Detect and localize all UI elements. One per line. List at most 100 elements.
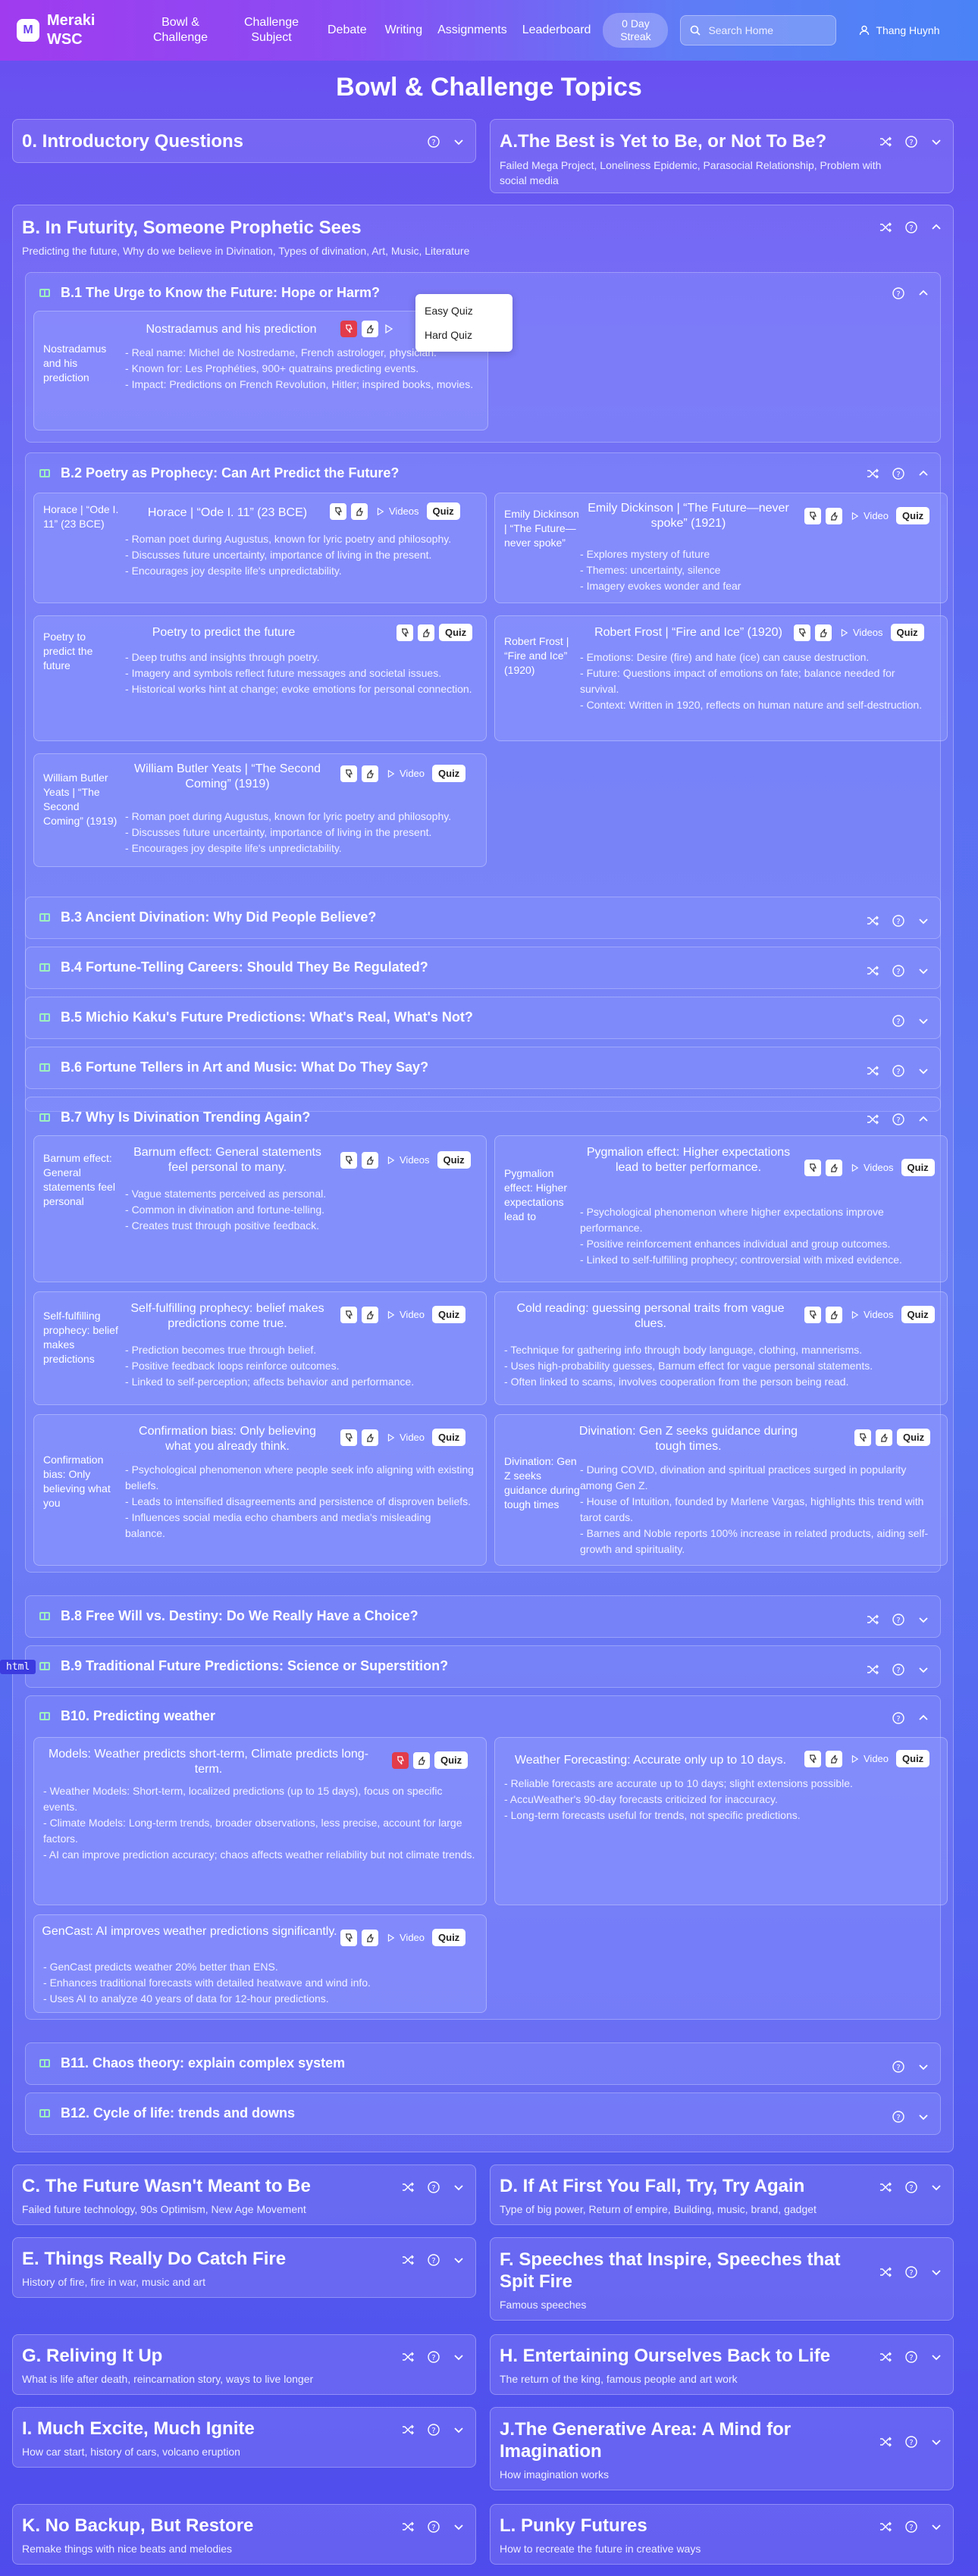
help-icon[interactable]: ? bbox=[427, 2180, 440, 2194]
help-icon[interactable]: ? bbox=[892, 1113, 905, 1126]
item-card[interactable]: Self-fulfilling prophecy: belief makes p… bbox=[33, 1291, 487, 1405]
like-button[interactable] bbox=[876, 1429, 892, 1446]
subsection-b3[interactable]: B.3 Ancient Divination: Why Did People B… bbox=[25, 897, 941, 939]
help-icon[interactable]: ? bbox=[904, 2180, 918, 2194]
item-card[interactable]: Pygmalion effect: Higher expectations le… bbox=[494, 1135, 948, 1282]
help-icon[interactable]: ? bbox=[892, 467, 905, 480]
shuffle-icon[interactable] bbox=[879, 135, 892, 149]
video-button[interactable]: Video bbox=[847, 1753, 892, 1764]
shuffle-icon[interactable] bbox=[879, 2435, 892, 2449]
like-button[interactable] bbox=[413, 1751, 430, 1769]
section-j[interactable]: J.The Generative Area: A Mind for Imagin… bbox=[490, 2407, 954, 2490]
subsection-b12[interactable]: B12. Cycle of life: trends and downs ? bbox=[25, 2092, 941, 2135]
dislike-button[interactable] bbox=[397, 624, 413, 641]
like-button[interactable] bbox=[362, 765, 378, 782]
dislike-button[interactable] bbox=[804, 1750, 821, 1767]
help-icon[interactable]: ? bbox=[892, 2060, 905, 2074]
quiz-button[interactable]: Quiz bbox=[901, 1306, 935, 1323]
help-icon[interactable]: ? bbox=[427, 2253, 440, 2267]
help-icon[interactable]: ? bbox=[427, 2423, 440, 2437]
like-button[interactable] bbox=[362, 1929, 378, 1946]
item-card[interactable]: GenCast: AI improves weather predictions… bbox=[33, 1914, 487, 2013]
nav-debate[interactable]: Debate bbox=[317, 23, 378, 38]
help-icon[interactable]: ? bbox=[892, 1064, 905, 1078]
section-l[interactable]: L. Punky Futures How to recreate the fut… bbox=[490, 2504, 954, 2565]
chevron-up-icon[interactable] bbox=[917, 287, 929, 299]
help-icon[interactable]: ? bbox=[892, 964, 905, 978]
dislike-button[interactable] bbox=[340, 1151, 357, 1169]
shuffle-icon[interactable] bbox=[401, 2180, 415, 2194]
nav-leaderboard[interactable]: Leaderboard bbox=[515, 23, 599, 38]
video-button[interactable]: Video bbox=[383, 1932, 428, 1943]
chevron-down-icon[interactable] bbox=[930, 2351, 942, 2363]
subsection-b9[interactable]: B.9 Traditional Future Predictions: Scie… bbox=[25, 1645, 941, 1688]
section-e[interactable]: E. Things Really Do Catch Fire History o… bbox=[12, 2237, 476, 2298]
quiz-button[interactable]: Quiz bbox=[432, 765, 466, 782]
help-icon[interactable]: ? bbox=[904, 135, 918, 149]
item-card[interactable]: Confirmation bias: Only believing what y… bbox=[33, 1414, 487, 1566]
chevron-down-icon[interactable] bbox=[917, 2061, 929, 2073]
like-button[interactable] bbox=[826, 507, 842, 524]
help-icon[interactable]: ? bbox=[427, 2520, 440, 2534]
help-icon[interactable]: ? bbox=[904, 2265, 918, 2279]
section-d[interactable]: D. If At First You Fall, Try, Try Again … bbox=[490, 2164, 954, 2225]
chevron-up-icon[interactable] bbox=[930, 221, 942, 233]
chevron-down-icon[interactable] bbox=[453, 2424, 465, 2436]
dislike-button[interactable] bbox=[854, 1429, 871, 1446]
help-icon[interactable]: ? bbox=[427, 135, 440, 149]
easy-quiz-option[interactable]: Easy Quiz bbox=[415, 299, 513, 323]
item-card[interactable]: William Butler Yeats | “The Second Comin… bbox=[33, 753, 487, 867]
brand-name[interactable]: Meraki WSC bbox=[47, 11, 108, 49]
help-icon[interactable]: ? bbox=[904, 2435, 918, 2449]
dislike-button[interactable] bbox=[330, 502, 346, 520]
search-input[interactable]: Search Home bbox=[680, 15, 837, 45]
section-i[interactable]: I. Much Excite, Much Ignite How car star… bbox=[12, 2407, 476, 2468]
help-icon[interactable]: ? bbox=[892, 1663, 905, 1676]
videos-button[interactable]: Videos bbox=[847, 1162, 897, 1173]
chevron-down-icon[interactable] bbox=[453, 136, 465, 148]
chevron-down-icon[interactable] bbox=[453, 2351, 465, 2363]
dislike-button[interactable] bbox=[804, 1159, 821, 1176]
section-c[interactable]: C. The Future Wasn't Meant to Be Failed … bbox=[12, 2164, 476, 2225]
like-button[interactable] bbox=[351, 502, 368, 520]
item-card[interactable]: Emily Dickinson | “The Future—never spok… bbox=[494, 493, 948, 603]
subsection-b6[interactable]: B.6 Fortune Tellers in Art and Music: Wh… bbox=[25, 1047, 941, 1089]
quiz-button[interactable]: Quiz bbox=[896, 507, 930, 524]
chevron-down-icon[interactable] bbox=[917, 1614, 929, 1626]
shuffle-icon[interactable] bbox=[866, 1663, 879, 1676]
item-card[interactable]: Divination: Gen Z seeks guidance during … bbox=[494, 1414, 948, 1566]
section-k[interactable]: K. No Backup, But Restore Remake things … bbox=[12, 2504, 476, 2565]
item-card[interactable]: Horace | “Ode I. 11” (23 BCE) Horace | “… bbox=[33, 493, 487, 603]
shuffle-icon[interactable] bbox=[879, 221, 892, 234]
nav-bowl-challenge[interactable]: Bowl & Challenge bbox=[135, 15, 226, 45]
subsection-b1[interactable]: B.1 The Urge to Know the Future: Hope or… bbox=[25, 272, 941, 443]
shuffle-icon[interactable] bbox=[866, 1064, 879, 1078]
dislike-button[interactable] bbox=[340, 1929, 357, 1946]
chevron-down-icon[interactable] bbox=[453, 2254, 465, 2266]
video-button[interactable]: Video bbox=[847, 510, 892, 521]
quiz-button[interactable]: Quiz bbox=[426, 502, 460, 520]
help-icon[interactable]: ? bbox=[892, 286, 905, 300]
item-card[interactable]: Weather Forecasting: Accurate only up to… bbox=[494, 1737, 948, 1905]
shuffle-icon[interactable] bbox=[401, 2423, 415, 2437]
nav-assignments[interactable]: Assignments bbox=[430, 23, 515, 38]
quiz-button[interactable]: Quiz bbox=[432, 1306, 466, 1323]
videos-button[interactable]: Videos bbox=[836, 627, 886, 638]
quiz-button[interactable]: Quiz bbox=[896, 1750, 930, 1767]
shuffle-icon[interactable] bbox=[866, 1113, 879, 1126]
chevron-down-icon[interactable] bbox=[930, 2521, 942, 2533]
like-button[interactable] bbox=[418, 624, 434, 641]
chevron-down-icon[interactable] bbox=[930, 2181, 942, 2193]
nav-writing[interactable]: Writing bbox=[378, 23, 431, 38]
section-0[interactable]: 0. Introductory Questions ? bbox=[12, 119, 476, 163]
shuffle-icon[interactable] bbox=[866, 964, 879, 978]
dislike-button[interactable] bbox=[340, 1306, 357, 1323]
dislike-button[interactable] bbox=[340, 321, 357, 337]
quiz-button[interactable]: Quiz bbox=[437, 1151, 471, 1169]
quiz-button[interactable]: Quiz bbox=[901, 1159, 935, 1176]
shuffle-icon[interactable] bbox=[866, 914, 879, 928]
section-f[interactable]: F. Speeches that Inspire, Speeches that … bbox=[490, 2237, 954, 2321]
quiz-button[interactable]: Quiz bbox=[439, 624, 473, 641]
subsection-b8[interactable]: B.8 Free Will vs. Destiny: Do We Really … bbox=[25, 1595, 941, 1638]
quiz-button[interactable]: Quiz bbox=[434, 1751, 469, 1769]
